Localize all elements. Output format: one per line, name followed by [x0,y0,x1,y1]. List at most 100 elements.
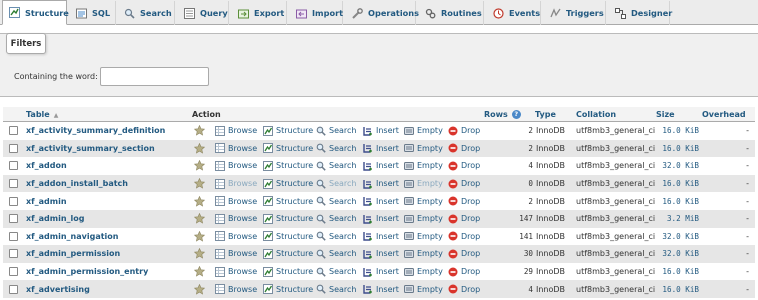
row-checkbox[interactable] [9,214,18,224]
action-search-link[interactable]: Search [316,192,356,210]
favorite-star-icon[interactable] [194,245,205,263]
action-browse-link[interactable]: Browse [215,157,257,175]
action-insert-link[interactable]: Insert [363,280,399,298]
table-row[interactable]: xf_admin_permission Browse Structure Search… [3,245,755,263]
tab-operations[interactable]: Operations [346,1,419,25]
action-insert-link[interactable]: Insert [363,228,399,246]
action-structure-link[interactable]: Structure [263,175,313,193]
action-browse-link[interactable]: Browse [215,245,257,263]
row-checkbox[interactable] [9,143,18,153]
row-checkbox-cell[interactable] [9,245,18,263]
table-row[interactable]: xf_addon Browse Structure Search Insert Empty… [3,157,755,175]
header-table[interactable]: Table ▲ [26,110,58,119]
action-browse-link[interactable]: Browse [215,122,257,140]
action-structure-link[interactable]: Structure [263,157,313,175]
header-size[interactable]: Size [656,110,675,119]
size-value[interactable]: 16.0 KiB [655,122,699,140]
action-drop-link[interactable]: Drop [448,280,480,298]
action-drop-link[interactable]: Drop [448,140,480,158]
row-checkbox[interactable] [9,126,18,136]
size-value[interactable]: 3.2 MiB [655,210,699,228]
action-insert-link[interactable]: Insert [363,157,399,175]
action-structure-link[interactable]: Structure [263,263,313,281]
table-name-link[interactable]: xf_addon [26,157,67,175]
action-structure-link[interactable]: Structure [263,140,313,158]
action-drop-link[interactable]: Drop [448,245,480,263]
action-empty-link[interactable]: Empty [404,263,443,281]
action-search-link[interactable]: Search [316,228,356,246]
action-empty-link[interactable]: Empty [404,192,443,210]
row-checkbox-cell[interactable] [9,263,18,281]
size-value[interactable]: 32.0 KiB [655,228,699,246]
action-search-link[interactable]: Search [316,245,356,263]
action-structure-link[interactable]: Structure [263,228,313,246]
action-drop-link[interactable]: Drop [448,192,480,210]
tab-designer[interactable]: Designer [609,1,672,25]
action-insert-link[interactable]: Insert [363,140,399,158]
action-empty-link[interactable]: Empty [404,140,443,158]
collation-value[interactable]: utf8mb3_general_ci [576,192,655,210]
action-search-link[interactable]: Search [316,140,356,158]
action-browse-link[interactable]: Browse [215,280,257,298]
action-search-link[interactable]: Search [316,280,356,298]
row-checkbox[interactable] [9,231,18,241]
action-structure-link[interactable]: Structure [263,122,313,140]
row-checkbox[interactable] [9,179,18,189]
table-row[interactable]: xf_admin_navigation Browse Structure Search… [3,227,755,246]
row-checkbox[interactable] [9,249,18,259]
collation-value[interactable]: utf8mb3_general_ci [576,140,655,158]
action-drop-link[interactable]: Drop [448,228,480,246]
favorite-star-icon[interactable] [194,140,205,158]
collation-value[interactable]: utf8mb3_general_ci [576,175,655,193]
action-search-link[interactable]: Search [316,122,356,140]
action-drop-link[interactable]: Drop [448,157,480,175]
row-checkbox-cell[interactable] [9,175,18,193]
collation-value[interactable]: utf8mb3_general_ci [576,122,655,140]
collation-value[interactable]: utf8mb3_general_ci [576,280,655,298]
size-value[interactable]: 16.0 KiB [655,192,699,210]
size-value[interactable]: 16.0 KiB [655,175,699,193]
favorite-star-icon[interactable] [194,192,205,210]
action-browse-link[interactable]: Browse [215,175,257,193]
tab-import[interactable]: Import [290,1,343,25]
tab-events[interactable]: Events [487,1,541,25]
action-insert-link[interactable]: Insert [363,245,399,263]
row-checkbox[interactable] [9,161,18,171]
table-name-link[interactable]: xf_activity_summary_section [26,140,155,158]
table-name-link[interactable]: xf_addon_install_batch [26,175,128,193]
action-insert-link[interactable]: Insert [363,263,399,281]
row-checkbox[interactable] [9,196,18,206]
row-checkbox-cell[interactable] [9,157,18,175]
row-checkbox-cell[interactable] [9,228,18,246]
size-value[interactable]: 16.0 KiB [655,280,699,298]
action-browse-link[interactable]: Browse [215,228,257,246]
favorite-star-icon[interactable] [194,263,205,281]
favorite-star-icon[interactable] [194,280,205,298]
action-empty-link[interactable]: Empty [404,210,443,228]
favorite-star-icon[interactable] [194,175,205,193]
table-row[interactable]: xf_activity_summary_definition Browse Stru… [3,122,755,140]
table-row[interactable]: xf_activity_summary_section Browse Structu… [3,139,755,158]
table-name-link[interactable]: xf_admin_log [26,210,85,228]
size-value[interactable]: 16.0 KiB [655,140,699,158]
action-browse-link[interactable]: Browse [215,140,257,158]
row-checkbox-cell[interactable] [9,122,18,140]
table-name-link[interactable]: xf_admin_permission_entry [26,263,148,281]
tab-triggers[interactable]: Triggers [544,1,606,25]
action-empty-link[interactable]: Empty [404,280,443,298]
action-browse-link[interactable]: Browse [215,210,257,228]
table-row[interactable]: xf_advertising Browse Structure Search Inser… [3,280,755,298]
table-row[interactable]: xf_admin Browse Structure Search Insert Empty… [3,192,755,210]
action-structure-link[interactable]: Structure [263,245,313,263]
action-structure-link[interactable]: Structure [263,210,313,228]
collation-value[interactable]: utf8mb3_general_ci [576,263,655,281]
favorite-star-icon[interactable] [194,228,205,246]
action-empty-link[interactable]: Empty [404,245,443,263]
action-insert-link[interactable]: Insert [363,122,399,140]
tab-export[interactable]: Export [232,1,287,25]
action-search-link[interactable]: Search [316,157,356,175]
favorite-star-icon[interactable] [194,157,205,175]
action-insert-link[interactable]: Insert [363,175,399,193]
header-type[interactable]: Type [535,110,556,119]
row-checkbox[interactable] [9,267,18,277]
